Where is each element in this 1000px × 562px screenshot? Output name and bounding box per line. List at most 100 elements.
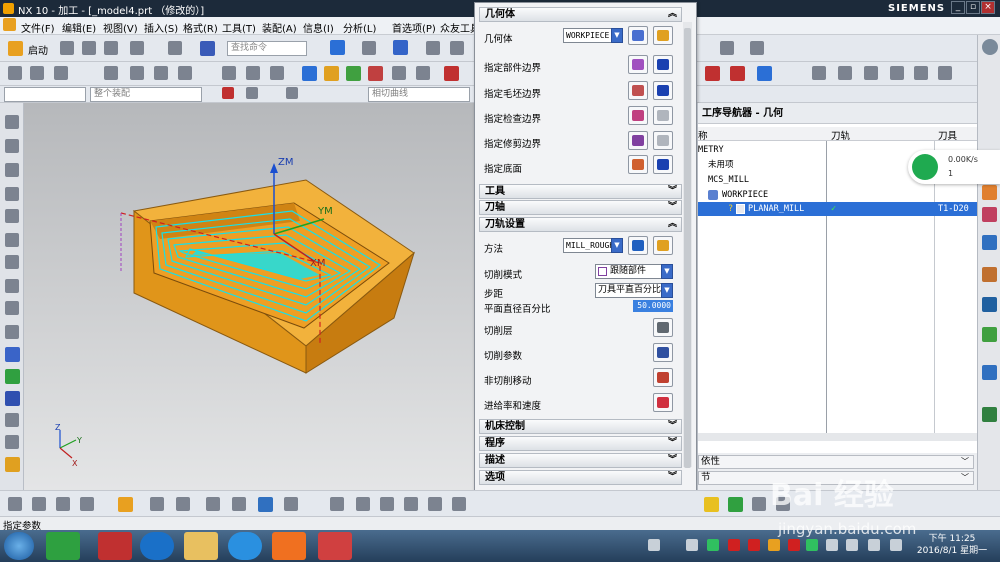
trim-icon[interactable] — [222, 66, 236, 80]
layer-icon[interactable] — [450, 41, 464, 55]
left-tool-2-icon[interactable] — [5, 139, 19, 153]
create-program-icon[interactable] — [302, 66, 317, 81]
arc-icon[interactable] — [154, 66, 168, 80]
cut-icon[interactable] — [168, 41, 182, 55]
clip-icon[interactable] — [890, 66, 904, 80]
section-geometry[interactable]: 几何体 ︽ — [479, 7, 682, 22]
geometry-dropdown-icon[interactable]: ▼ — [611, 28, 623, 43]
bottom-tool-1-icon[interactable] — [8, 497, 22, 511]
blend-icon[interactable] — [178, 66, 192, 80]
list-icon[interactable] — [838, 66, 852, 80]
left-tool-11-icon[interactable] — [5, 347, 20, 362]
left-tool-9-icon[interactable] — [5, 301, 19, 315]
tray-6-icon[interactable] — [768, 539, 780, 551]
tray-10-icon[interactable] — [846, 539, 858, 551]
minimize-button[interactable]: _ — [951, 1, 965, 14]
sketch-icon[interactable] — [8, 66, 22, 80]
blank-boundary-button[interactable] — [628, 81, 648, 100]
feeds-speeds-button[interactable] — [653, 393, 673, 412]
tray-11-icon[interactable] — [868, 539, 880, 551]
tray-8-icon[interactable] — [806, 539, 818, 551]
taskbar-app-1-icon[interactable] — [46, 532, 80, 560]
taskbar-ie-icon[interactable] — [228, 532, 262, 560]
network-widget[interactable]: 0.00K/s 1 — [908, 150, 1000, 184]
bottom-tool-10-icon[interactable] — [258, 497, 273, 512]
stats-icon[interactable] — [914, 66, 928, 80]
shop-doc-icon[interactable] — [812, 66, 826, 80]
tray-volume-icon[interactable] — [890, 539, 902, 551]
bottom-tool-18-icon[interactable] — [704, 497, 719, 512]
trim-boundary-button[interactable] — [628, 131, 648, 150]
taskbar-clock[interactable]: 下午 11:25 2016/8/1 星期一 — [912, 533, 992, 557]
select-filter-icon[interactable] — [222, 87, 234, 99]
postprocess-icon[interactable] — [444, 66, 459, 81]
menu-format[interactable]: 格式(R) — [183, 20, 218, 35]
fit-icon[interactable] — [330, 40, 345, 55]
left-tool-5-icon[interactable] — [5, 209, 19, 223]
left-tool-14-icon[interactable] — [5, 413, 19, 427]
cl-icon[interactable] — [864, 66, 878, 80]
bottom-tool-6-icon[interactable] — [150, 497, 164, 511]
menu-insert[interactable]: 插入(S) — [144, 20, 178, 35]
snap-icon[interactable] — [246, 87, 258, 99]
project-icon[interactable] — [270, 66, 284, 80]
bottom-tool-2-icon[interactable] — [32, 497, 46, 511]
bottom-tool-11-icon[interactable] — [284, 497, 298, 511]
right-tool-7-icon[interactable] — [982, 365, 997, 380]
percent-input[interactable]: 50.0000 — [633, 300, 673, 312]
start-button[interactable] — [4, 532, 34, 560]
revolve-icon[interactable] — [54, 66, 68, 80]
non-cutting-button[interactable] — [653, 368, 673, 387]
graphics-viewport[interactable]: ZM YM XM Z Y X — [24, 103, 474, 490]
col-tool[interactable]: 刀具 — [938, 128, 957, 142]
undo-icon[interactable] — [130, 41, 144, 55]
tray-7-icon[interactable] — [788, 539, 800, 551]
blank-boundary-show-button[interactable] — [653, 81, 673, 100]
bottom-tool-13-icon[interactable] — [356, 497, 370, 511]
line-icon[interactable] — [130, 66, 144, 80]
orient-view-icon[interactable] — [426, 41, 440, 55]
navigator-hscrollbar[interactable] — [698, 433, 978, 441]
menu-info[interactable]: 信息(I) — [303, 20, 334, 35]
create-method-icon[interactable] — [368, 66, 383, 81]
floor-show-button[interactable] — [653, 155, 673, 174]
bottom-tool-16-icon[interactable] — [428, 497, 442, 511]
taskbar-app-7-icon[interactable] — [318, 532, 352, 560]
bottom-tool-19-icon[interactable] — [728, 497, 743, 512]
right-tool-1-icon[interactable] — [982, 185, 997, 200]
taskbar-explorer-icon[interactable] — [184, 532, 218, 560]
section-machine-control[interactable]: 机床控制 ︾ — [479, 419, 682, 434]
bottom-tool-7-icon[interactable] — [176, 497, 190, 511]
menu-tools[interactable]: 工具(T) — [222, 20, 256, 35]
toolpath-list-icon[interactable] — [720, 41, 734, 55]
save-icon[interactable] — [104, 41, 118, 55]
check-boundary-show-button[interactable] — [653, 106, 673, 125]
scrollbar-thumb[interactable] — [684, 28, 691, 468]
edit-geometry-button[interactable] — [653, 26, 673, 45]
tree-row-workpiece[interactable]: WORKPIECE — [698, 188, 978, 202]
create-tool-icon[interactable] — [324, 66, 339, 81]
menu-view[interactable]: 视图(V) — [103, 20, 138, 35]
cut-levels-button[interactable] — [653, 318, 673, 337]
roles-icon[interactable] — [982, 39, 998, 55]
cut-params-button[interactable] — [653, 343, 673, 362]
edit-method-button[interactable] — [653, 236, 673, 255]
verify-path-icon[interactable] — [416, 66, 430, 80]
offset-icon[interactable] — [246, 66, 260, 80]
zoom-icon[interactable] — [362, 41, 376, 55]
part-boundary-show-button[interactable] — [653, 55, 673, 74]
details-section[interactable]: 节 ﹀ — [698, 471, 974, 485]
taskbar-nx-icon[interactable] — [98, 532, 132, 560]
curve-rule-combo[interactable]: 相切曲线 — [368, 87, 470, 102]
bottom-tool-5-icon[interactable] — [118, 497, 133, 512]
left-tool-15-icon[interactable] — [5, 435, 19, 449]
bottom-tool-8-icon[interactable] — [206, 497, 220, 511]
section-program[interactable]: 程序 ︾ — [479, 436, 682, 451]
dependencies-section[interactable]: 依性 ﹀ — [698, 455, 974, 469]
app-menu-icon[interactable] — [3, 18, 16, 31]
point-snap-icon[interactable] — [286, 87, 298, 99]
bottom-tool-15-icon[interactable] — [404, 497, 418, 511]
shape-icon[interactable] — [938, 66, 952, 80]
bottom-tool-21-icon[interactable] — [776, 497, 790, 511]
menu-preferences[interactable]: 首选项(P) — [392, 20, 436, 35]
